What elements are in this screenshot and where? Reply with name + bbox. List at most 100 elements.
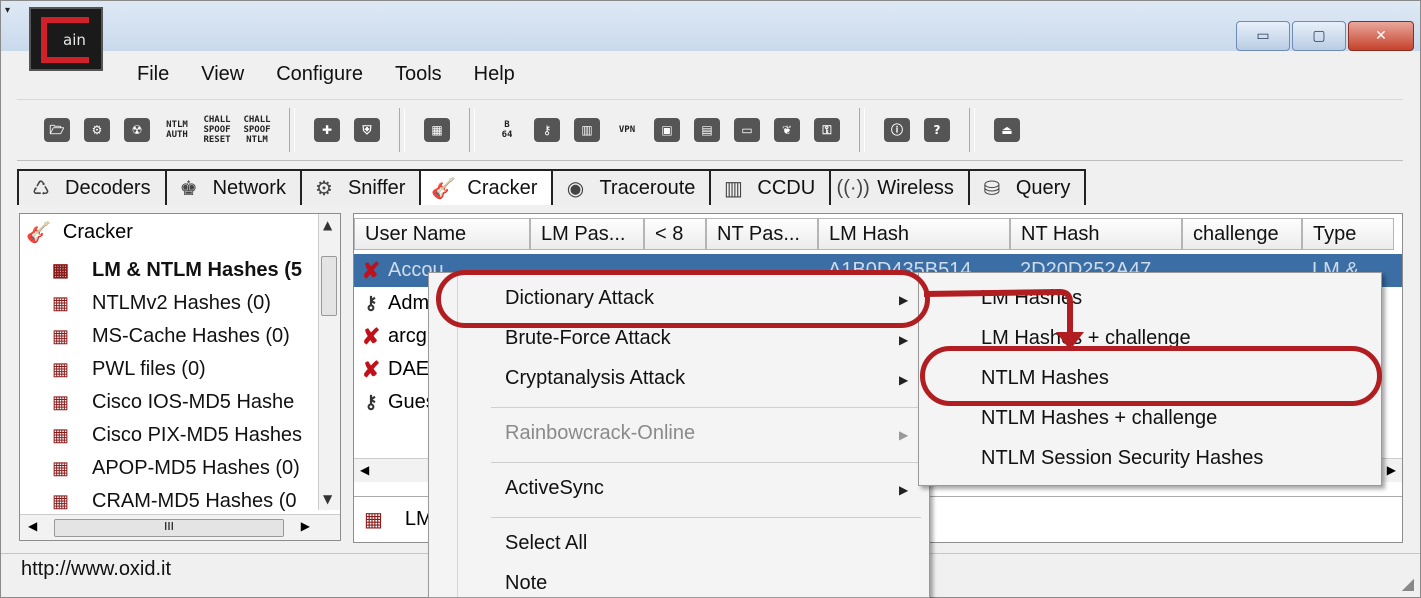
toolbar-separator [399, 108, 405, 152]
info-icon[interactable]: ⓘ [877, 110, 917, 150]
menu-item-cryptanalysis-attack[interactable]: Cryptanalysis Attack [505, 367, 685, 390]
column-header[interactable]: Type [1302, 218, 1394, 250]
tab-label: Traceroute [599, 176, 696, 199]
column-header[interactable]: LM Pas... [530, 218, 644, 250]
password-icon[interactable]: ⚿ [807, 110, 847, 150]
context-menu-gutter [457, 275, 458, 597]
open-icon[interactable]: 🗁 [37, 110, 77, 150]
menu-bar: File View Configure Tools Help [121, 59, 531, 89]
scroll-up-arrow-icon[interactable]: ▲ [323, 218, 332, 232]
add-icon-glyph: ✚ [314, 118, 340, 142]
close-button[interactable]: ✕ [1348, 21, 1414, 51]
submenu-item-ntlm-hashes-challenge[interactable]: NTLM Hashes + challenge [981, 407, 1217, 430]
column-header[interactable]: LM Hash [818, 218, 1010, 250]
chart-icon[interactable]: ▥ [567, 110, 607, 150]
help-icon-glyph: ? [924, 118, 950, 142]
scroll-left-arrow-icon[interactable]: ◀ [360, 463, 369, 477]
system-menu-icon[interactable]: ▾ [5, 5, 19, 17]
tree-item[interactable]: ▦ NTLMv2 Hashes (0) [40, 287, 330, 320]
cross-icon: ✘ [361, 356, 381, 382]
exit-icon[interactable]: ⏏ [987, 110, 1027, 150]
submenu-arrow-icon: ▶ [899, 428, 909, 442]
scroll-left-arrow-icon[interactable]: ◀ [28, 519, 37, 533]
main-tabs: ♺ Decoders ♚ Network ⚙ Sniffer 🎸 Cracker ◉ Tracer… [17, 169, 1087, 205]
password-icon-glyph: ⚿ [814, 118, 840, 142]
tab-query[interactable]: ⛁ Query [967, 169, 1087, 205]
column-header[interactable]: NT Hash [1010, 218, 1182, 250]
tree-item[interactable]: ▦ Cisco IOS-MD5 Hashe [40, 386, 330, 419]
menu-view[interactable]: View [185, 59, 260, 89]
tab-wireless[interactable]: ((·)) Wireless [829, 169, 970, 205]
ntlm-auth-icon[interactable]: NTLM AUTH [157, 110, 197, 150]
decoder-icon[interactable]: ▦ [417, 110, 457, 150]
tree-item[interactable]: ▦ MS-Cache Hashes (0) [40, 320, 330, 353]
add-icon[interactable]: ✚ [307, 110, 347, 150]
maximize-button[interactable]: ▢ [1292, 21, 1346, 51]
submenu-item-ntlm-session-security-hashes[interactable]: NTLM Session Security Hashes [981, 447, 1263, 470]
menu-item-note[interactable]: Note [505, 572, 547, 595]
scroll-right-arrow-icon[interactable]: ▶ [1387, 463, 1396, 477]
tree-item-label: CRAM-MD5 Hashes (0 [92, 490, 297, 512]
pc-icon[interactable]: ▣ [647, 110, 687, 150]
tab-traceroute[interactable]: ◉ Traceroute [551, 169, 712, 205]
menu-help[interactable]: Help [458, 59, 531, 89]
wireless-tool-icon[interactable]: ❦ [767, 110, 807, 150]
menu-item-brute-force-attack[interactable]: Brute-Force Attack [505, 327, 671, 350]
key-icon[interactable]: ⚷ [527, 110, 567, 150]
tree-item-label: PWL files (0) [92, 358, 206, 380]
menu-item-activesync[interactable]: ActiveSync [505, 477, 604, 500]
tab-decoders[interactable]: ♺ Decoders [17, 169, 167, 205]
toolbar-separator [289, 108, 295, 152]
help-icon[interactable]: ? [917, 110, 957, 150]
hash-category-icon: ▦ [52, 491, 70, 511]
logo-text: ain [63, 31, 86, 49]
table-header: User Name LM Pas... < 8 NT Pas... LM Hash NT … [354, 218, 1394, 250]
context-menu: Dictionary Attack ▶ Brute-Force Attack ▶ Cry… [428, 272, 930, 598]
base64-icon[interactable]: B 64 [487, 110, 527, 150]
terminal-icon[interactable]: ▭ [727, 110, 767, 150]
tab-ccdu[interactable]: ▥ CCDU [709, 169, 832, 205]
scroll-right-arrow-icon[interactable]: ▶ [301, 519, 310, 533]
tree-item[interactable]: ▦ APOP-MD5 Hashes (0) [40, 452, 330, 485]
column-header[interactable]: User Name [354, 218, 530, 250]
menu-file[interactable]: File [121, 59, 185, 89]
tree-item-label: MS-Cache Hashes (0) [92, 325, 290, 347]
tree-item[interactable]: ▦ Cisco PIX-MD5 Hashes [40, 419, 330, 452]
menu-item-dictionary-attack[interactable]: Dictionary Attack [505, 287, 654, 310]
tree-item[interactable]: ▦ LM & NTLM Hashes (5 [40, 254, 330, 287]
menu-item-select-all[interactable]: Select All [505, 532, 587, 555]
ccdu-icon: ▥ [723, 177, 743, 200]
tree-item[interactable]: ▦ PWL files (0) [40, 353, 330, 386]
scroll-thumb[interactable] [321, 256, 337, 316]
tree-vertical-scrollbar[interactable]: ▲ ▼ [318, 214, 340, 510]
minimize-button[interactable]: ▭ [1236, 21, 1290, 51]
sniffer-toggle-icon[interactable]: ⚙ [77, 110, 117, 150]
menu-configure[interactable]: Configure [260, 59, 379, 89]
shield-icon[interactable]: ⛨ [347, 110, 387, 150]
vpn-icon[interactable]: VPN [607, 110, 647, 150]
column-header[interactable]: NT Pas... [706, 218, 818, 250]
hash-category-icon: ▦ [52, 458, 70, 478]
apr-icon[interactable]: ☢ [117, 110, 157, 150]
chall-spoof-ntlm-icon[interactable]: CHALL SPOOF NTLM [237, 110, 277, 150]
submenu-arrow-icon: ▶ [899, 333, 909, 347]
chall-spoof-reset-icon[interactable]: CHALL SPOOF RESET [197, 110, 237, 150]
column-header[interactable]: challenge [1182, 218, 1302, 250]
calculator-icon[interactable]: ▤ [687, 110, 727, 150]
sniffer-icon: ⚙ [315, 177, 333, 200]
submenu-item-ntlm-hashes[interactable]: NTLM Hashes [981, 367, 1109, 390]
hscroll-thumb[interactable]: III [54, 519, 284, 537]
column-header[interactable]: < 8 [644, 218, 706, 250]
tab-cracker[interactable]: 🎸 Cracker [419, 169, 554, 205]
scroll-down-arrow-icon[interactable]: ▼ [323, 492, 332, 506]
tree-root-cracker[interactable]: 🎸 Cracker [26, 220, 133, 245]
key-icon: ⚷ [364, 392, 378, 412]
menu-tools[interactable]: Tools [379, 59, 458, 89]
tab-network[interactable]: ♚ Network [164, 169, 302, 205]
resize-grip-icon[interactable]: ◢ [1402, 574, 1414, 593]
tree-item-label: APOP-MD5 Hashes (0) [92, 457, 300, 479]
hash-category-icon: ▦ [52, 326, 70, 346]
tab-sniffer[interactable]: ⚙ Sniffer [299, 169, 422, 205]
terminal-icon-glyph: ▭ [734, 118, 760, 142]
tree-horizontal-scrollbar[interactable]: ◀ III ▶ [20, 514, 340, 540]
